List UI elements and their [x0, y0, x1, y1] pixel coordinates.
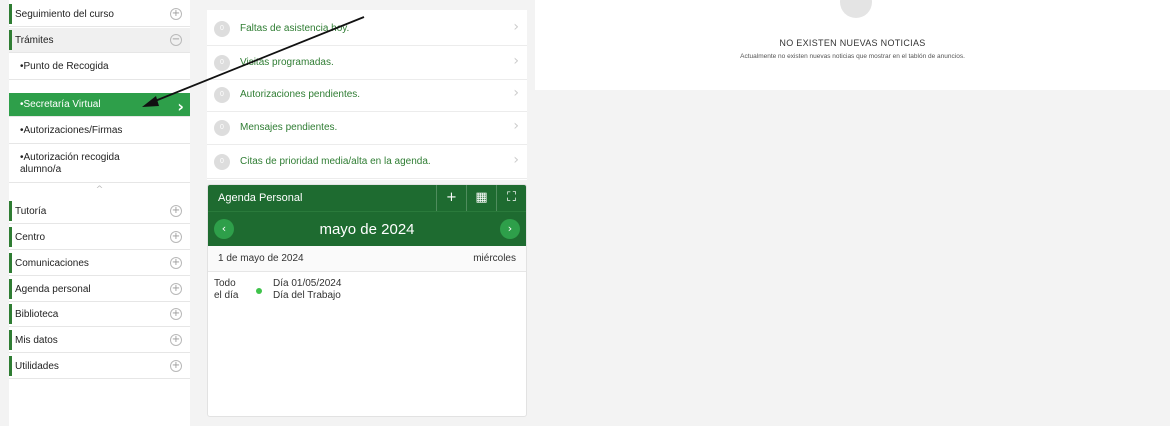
sidebar-item-label: Centro: [15, 231, 46, 243]
news-title: NO EXISTEN NUEVAS NOTICIAS: [779, 38, 926, 48]
sidebar-item-label: Utilidades: [15, 360, 59, 372]
agenda-header: Agenda Personal + ▦ ⛶: [208, 185, 526, 211]
chevron-right-icon[interactable]: ›: [500, 219, 520, 239]
news-icon: [840, 0, 872, 18]
sidebar-subitem-punto-recogida[interactable]: •Punto de Recogida: [9, 54, 190, 80]
sidebar-subitem-label: •Autorizaciones/Firmas: [20, 125, 123, 136]
chevron-right-icon: ›: [177, 97, 184, 116]
sidebar-item-label: Mis datos: [15, 334, 58, 346]
list-item-label: Visitas programadas.: [240, 57, 334, 68]
chevron-right-icon: ›: [513, 152, 519, 168]
event-when-line1: Todo: [214, 278, 236, 289]
list-item[interactable]: 0 Visitas programadas. ›: [207, 46, 527, 80]
agenda-toolbar: + ▦ ⛶: [436, 185, 526, 211]
sidebar-item-centro[interactable]: Centro +: [9, 225, 190, 250]
sidebar-item-tramites[interactable]: Trámites −: [9, 28, 190, 53]
sidebar-subitem-label: •Autorización recogida alumno/a: [20, 151, 120, 175]
expand-icon[interactable]: +: [170, 334, 182, 346]
sidebar-subitem-secretaria-virtual[interactable]: •Secretaría Virtual ›: [9, 93, 190, 117]
month-label: mayo de 2024: [319, 220, 415, 238]
news-panel: NO EXISTEN NUEVAS NOTICIAS Actualmente n…: [535, 0, 1170, 90]
collapse-icon[interactable]: −: [170, 34, 182, 46]
sidebar-subitem-label: •Punto de Recogida: [20, 61, 109, 72]
event-text: Día 01/05/2024 Día del Trabajo: [273, 278, 341, 302]
count-badge: 0: [214, 86, 230, 103]
sidebar-item-tutoria[interactable]: Tutoría +: [9, 199, 190, 224]
expand-icon[interactable]: ⛶: [496, 185, 526, 211]
event-when: Todo el día: [214, 278, 238, 302]
chevron-right-icon: ›: [513, 53, 519, 69]
sidebar-item-label: Seguimiento del curso: [15, 8, 114, 20]
count-badge: 0: [214, 54, 230, 71]
sidebar-item-seguimiento[interactable]: Seguimiento del curso +: [9, 2, 190, 27]
sidebar-subitem-label: •Secretaría Virtual: [20, 99, 101, 110]
add-icon[interactable]: +: [436, 185, 466, 211]
list-item-label: Faltas de asistencia hoy.: [240, 23, 350, 34]
chevron-right-icon: ›: [513, 19, 519, 35]
news-subtitle: Actualmente no existen nuevas noticias q…: [740, 53, 965, 60]
expand-icon[interactable]: +: [170, 283, 182, 295]
expand-icon[interactable]: +: [170, 8, 182, 20]
chevron-up-icon[interactable]: ^: [9, 184, 190, 197]
sidebar-item-label: Tutoría: [15, 205, 47, 217]
expand-icon[interactable]: +: [170, 205, 182, 217]
list-item[interactable]: 0 Mensajes pendientes. ›: [207, 111, 527, 145]
sidebar-item-comunicaciones[interactable]: Comunicaciones +: [9, 251, 190, 276]
count-badge: 0: [214, 153, 230, 170]
sidebar-item-label: Comunicaciones: [15, 257, 89, 269]
expand-icon[interactable]: +: [170, 360, 182, 372]
day-header: 1 de mayo de 2024 miércoles: [208, 246, 526, 272]
sidebar-item-biblioteca[interactable]: Biblioteca +: [9, 302, 190, 327]
list-item-label: Autorizaciones pendientes.: [240, 89, 361, 100]
calendar-icon[interactable]: ▦: [466, 185, 496, 211]
event-line1: Día 01/05/2024: [273, 278, 342, 289]
list-item-label: Citas de prioridad media/alta en la agen…: [240, 156, 431, 167]
sidebar-item-mis-datos[interactable]: Mis datos +: [9, 328, 190, 353]
count-badge: 0: [214, 20, 230, 37]
expand-icon[interactable]: +: [170, 231, 182, 243]
notifications-list: 0 Faltas de asistencia hoy. › 0 Visitas …: [207, 10, 527, 180]
day-date: 1 de mayo de 2024: [218, 253, 304, 264]
sidebar-item-label: Biblioteca: [15, 308, 59, 320]
day-name: miércoles: [473, 253, 516, 264]
sidebar-item-agenda-personal[interactable]: Agenda personal +: [9, 277, 190, 302]
agenda-widget: Agenda Personal + ▦ ⛶ ‹ mayo de 2024 › 1…: [207, 184, 527, 417]
list-item-label: Mensajes pendientes.: [240, 122, 338, 133]
list-item[interactable]: 0 Citas de prioridad media/alta en la ag…: [207, 145, 527, 179]
sidebar-subitem-autorizacion-recogida[interactable]: •Autorización recogida alumno/a: [9, 145, 190, 183]
chevron-left-icon[interactable]: ‹: [214, 219, 234, 239]
agenda-title: Agenda Personal: [218, 192, 303, 204]
expand-icon[interactable]: +: [170, 308, 182, 320]
agenda-event[interactable]: Todo el día Día 01/05/2024 Día del Traba…: [208, 272, 526, 322]
list-item[interactable]: 0 Autorizaciones pendientes. ›: [207, 78, 527, 112]
event-when-line2: el día: [214, 290, 239, 301]
month-bar: ‹ mayo de 2024 ›: [208, 211, 526, 246]
count-badge: 0: [214, 119, 230, 136]
sidebar: Seguimiento del curso + Trámites − •Punt…: [9, 0, 190, 426]
chevron-right-icon: ›: [513, 118, 519, 134]
sidebar-item-label: Agenda personal: [15, 283, 91, 295]
event-dot-icon: [256, 288, 262, 294]
sidebar-item-utilidades[interactable]: Utilidades +: [9, 354, 190, 379]
expand-icon[interactable]: +: [170, 257, 182, 269]
chevron-right-icon: ›: [513, 85, 519, 101]
sidebar-subitem-autorizaciones-firmas[interactable]: •Autorizaciones/Firmas: [9, 118, 190, 144]
event-line2: Día del Trabajo: [273, 290, 341, 301]
list-item[interactable]: 0 Faltas de asistencia hoy. ›: [207, 12, 527, 46]
sidebar-item-label: Trámites: [15, 34, 54, 46]
